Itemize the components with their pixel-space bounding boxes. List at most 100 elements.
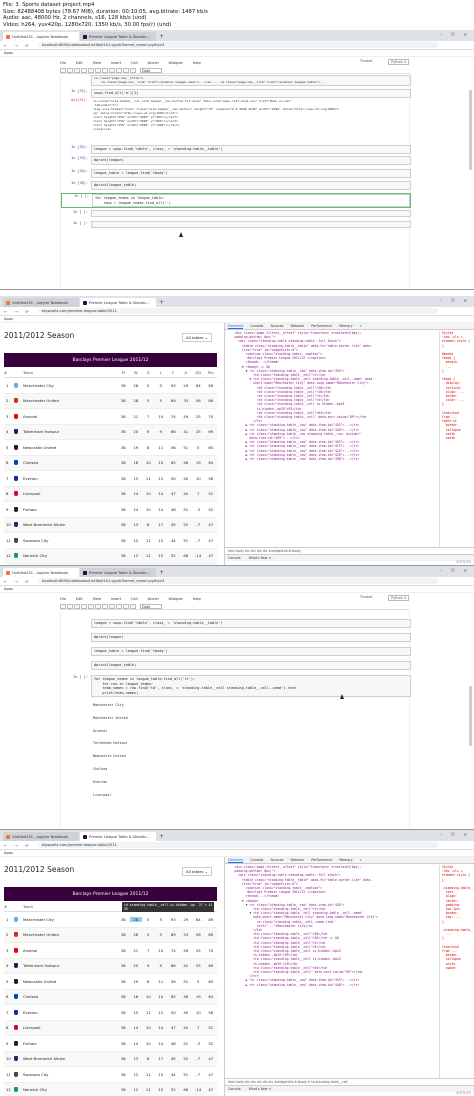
nav-buttons[interactable]: ← → ⟳ <box>4 579 32 584</box>
cell-code[interactable]: soup.find_all('a')[1] <box>91 89 411 98</box>
menu-widgets[interactable]: Widgets <box>169 61 183 65</box>
copy-icon[interactable] <box>81 603 87 609</box>
new-tab-button[interactable]: + <box>159 568 164 577</box>
new-tab-button[interactable]: + <box>159 32 164 41</box>
copy-icon[interactable] <box>81 67 87 73</box>
header-a[interactable]: A <box>180 370 193 375</box>
team-name-link[interactable]: Fulham <box>23 1041 117 1046</box>
tab-premier-league[interactable]: Premier League Table & Standin... <box>80 832 156 841</box>
menu-help[interactable]: Help <box>193 597 201 601</box>
header-pl[interactable]: Pl <box>117 370 130 375</box>
devtools-tab-elements[interactable]: Elements <box>228 858 244 863</box>
new-tab-button[interactable]: + <box>159 832 164 841</box>
devtools-tab-more[interactable]: » <box>360 324 362 328</box>
tab-premier-league[interactable]: Premier League Table & Standin... <box>80 298 156 307</box>
notebook-cell-selected[interactable]: In [ ]: for league_teams in league_table:… <box>61 193 411 209</box>
team-name-link[interactable]: Manchester City <box>23 917 117 922</box>
restart-icon[interactable] <box>123 67 129 73</box>
header-pos[interactable]: # <box>4 904 12 909</box>
notebook-cell-selected[interactable]: In [ ]: for league_teams in league_table.… <box>61 675 411 698</box>
header-pos[interactable]: # <box>4 370 12 375</box>
team-name-link[interactable]: Norwich City <box>23 553 117 558</box>
add-cell-icon[interactable] <box>67 67 73 73</box>
devtools-tab-network[interactable]: Network <box>291 324 305 328</box>
notebook-cell[interactable]: In [35]: #print(league_table) <box>61 181 411 190</box>
run-icon[interactable] <box>109 67 115 73</box>
header-w[interactable]: W <box>130 370 143 375</box>
drawer-tab-whats-new[interactable]: What's New ✕ <box>249 1087 272 1091</box>
devtools-tab-console[interactable]: Console <box>250 858 263 862</box>
window-controls[interactable]: – ❐ ✕ <box>440 32 471 37</box>
team-name-link[interactable]: Manchester United <box>23 398 117 403</box>
devtools-tab-console[interactable]: Console <box>250 324 263 328</box>
add-cell-icon[interactable] <box>67 603 73 609</box>
kernel-indicator[interactable]: Python 3 <box>388 59 409 65</box>
team-name-link[interactable]: West Bromwich Albion <box>23 1056 117 1061</box>
move-down-icon[interactable] <box>102 67 108 73</box>
menu-cell[interactable]: Cell <box>131 61 138 65</box>
cut-icon[interactable] <box>74 603 80 609</box>
devtools-tab-memory[interactable]: Memory <box>339 858 352 862</box>
fast-forward-icon[interactable] <box>130 67 136 73</box>
url-input[interactable]: localhost:8890/notebooks/Untitled101.ipy… <box>37 42 438 48</box>
header-f[interactable]: F <box>167 370 180 375</box>
team-name-link[interactable]: West Bromwich Albion <box>23 522 117 527</box>
nav-buttons[interactable]: ← → ⟳ <box>4 43 32 48</box>
menu-view[interactable]: View <box>93 597 101 601</box>
devtools-tab-memory[interactable]: Memory <box>339 324 352 328</box>
header-gd[interactable]: GD <box>192 370 205 375</box>
paste-icon[interactable] <box>88 67 94 73</box>
team-name-link[interactable]: Liverpool <box>23 491 117 496</box>
team-name-link[interactable]: Newcastle United <box>23 445 117 450</box>
bookmark-apps[interactable]: Apps <box>4 317 13 321</box>
team-name-link[interactable]: Manchester City <box>23 383 117 388</box>
team-name-link[interactable]: Tottenham Hotspur <box>23 429 117 434</box>
stop-icon[interactable] <box>116 603 122 609</box>
cell-code[interactable]: for league_teams in league_table: rows =… <box>92 194 410 208</box>
header-d[interactable]: D <box>142 370 155 375</box>
menu-kernel[interactable]: Kernel <box>148 597 159 601</box>
cell-code[interactable]: #print(league) <box>91 156 411 165</box>
tab-jupyter[interactable]: Untitled101 - Jupyter Notebook <box>3 832 79 841</box>
trusted-badge[interactable]: Trusted <box>360 595 372 599</box>
window-controls[interactable]: – ❐ ✕ <box>440 832 471 837</box>
notebook-cell[interactable]: In [34]: league_table = league.find('tbod… <box>61 169 411 178</box>
dom-breadcrumb[interactable]: html body div div div div #widgetLite-8 … <box>225 547 474 554</box>
url-input[interactable]: skysports.com/premier-league-table/2011 <box>37 308 438 314</box>
team-name-link[interactable]: Chelsea <box>23 460 117 465</box>
move-up-icon[interactable] <box>95 603 101 609</box>
menu-view[interactable]: View <box>93 61 101 65</box>
team-name-link[interactable]: Tottenham Hotspur <box>23 963 117 968</box>
cell-code[interactable]: #print(league) <box>91 633 411 642</box>
devtools-tab-elements[interactable]: Elements <box>228 324 244 329</box>
cell-code[interactable] <box>91 210 411 217</box>
new-tab-button[interactable]: + <box>159 298 164 307</box>
menu-help[interactable]: Help <box>193 61 201 65</box>
devtools-tab-sources[interactable]: Sources <box>270 858 283 862</box>
window-controls[interactable]: – ❐ ✕ <box>440 298 471 303</box>
styles-pane[interactable]: Styles :hov .cls + element.style { } .st… <box>439 865 474 1078</box>
notebook-cell[interactable]: league_table = league.find('tbody') <box>61 647 411 656</box>
move-down-icon[interactable] <box>102 603 108 609</box>
header-team[interactable]: Team <box>12 370 117 375</box>
devtools-tab-network[interactable]: Network <box>291 858 305 862</box>
notebook-cell[interactable]: In [ ]: <box>61 221 411 228</box>
team-name-link[interactable]: Everton <box>23 1010 117 1015</box>
notebook-cell[interactable]: <a class="page-nav__title">... <a class=… <box>61 75 411 86</box>
notebook-cell[interactable]: league = soup.find('table', class_ = 'st… <box>61 619 411 628</box>
menu-insert[interactable]: Insert <box>111 61 121 65</box>
devtools-tab-sources[interactable]: Sources <box>270 324 283 328</box>
kernel-indicator[interactable]: Python 3 <box>388 595 409 601</box>
devtools-tab-performance[interactable]: Performance <box>311 858 332 862</box>
notebook-cell[interactable]: #print(league_table) <box>61 661 411 670</box>
notebook-cell[interactable]: In [31]: soup.find_all('a')[1] <box>61 89 411 98</box>
cut-icon[interactable] <box>74 67 80 73</box>
cell-code[interactable]: #print(league_table) <box>91 661 411 670</box>
cell-code[interactable]: league = soup.find('table', class_ = 'st… <box>91 145 411 154</box>
window-controls[interactable]: – ❐ ✕ <box>440 568 471 573</box>
trusted-badge[interactable]: Trusted <box>360 59 372 63</box>
tab-jupyter[interactable]: Untitled101 - Jupyter Notebook <box>3 32 79 41</box>
dom-breadcrumb[interactable]: html body div div div div div #widgetLit… <box>225 1078 474 1085</box>
header-l[interactable]: L <box>155 370 168 375</box>
cell-code[interactable]: league_table = league.find('tbody') <box>91 647 411 656</box>
